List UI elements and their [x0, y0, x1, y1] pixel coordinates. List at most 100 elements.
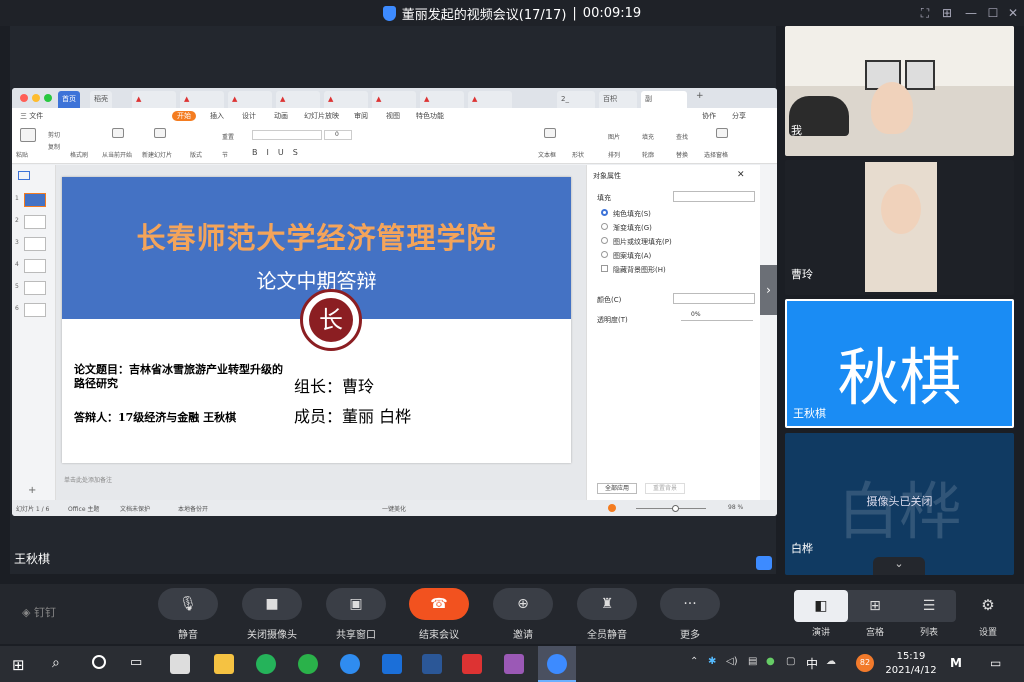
security-tray-icon[interactable]: ●	[766, 656, 775, 667]
taskbar-clock[interactable]: 15:19 2021/4/12	[878, 650, 944, 678]
zoom-slider-knob[interactable]	[671, 505, 679, 512]
slide-thumb-6[interactable]	[24, 303, 46, 317]
network-icon[interactable]: ▤	[748, 656, 757, 667]
copy-button[interactable]: 复制	[48, 142, 60, 151]
option-picture-fill[interactable]: 图片或纹理填充(P)	[613, 237, 672, 247]
beautify-button[interactable]: 一键美化	[382, 504, 406, 513]
tab-doc-baizhi[interactable]: 百枳	[599, 91, 637, 108]
play-icon[interactable]	[608, 504, 616, 512]
cut-button[interactable]: 剪切	[48, 130, 60, 139]
word-icon[interactable]	[422, 654, 442, 674]
radio-picture[interactable]	[601, 237, 608, 244]
feishu-icon[interactable]	[340, 654, 360, 674]
layout-button[interactable]: 版式	[190, 150, 202, 159]
pin-icon[interactable]: ⊞	[938, 4, 956, 22]
mac-minimize-icon[interactable]	[32, 94, 40, 102]
find-button[interactable]: 查找	[676, 132, 688, 141]
app-icon[interactable]	[170, 654, 190, 674]
maximize-icon[interactable]: ☐	[984, 4, 1002, 22]
view-grid-label[interactable]: 宫格	[848, 625, 902, 638]
section-button[interactable]: 节	[222, 150, 228, 159]
option-hide-bg[interactable]: 隐藏背景图形(H)	[613, 265, 666, 275]
outline-button[interactable]: 轮廓	[642, 150, 654, 159]
checkbox-hide-bg[interactable]	[601, 265, 608, 272]
participant-tile-baihua[interactable]: 白桦 摄像头已关闭 白桦 ⌄	[785, 433, 1014, 575]
tab-doc-5[interactable]: ▲	[324, 91, 368, 108]
view-speaker-label[interactable]: 演讲	[794, 625, 848, 638]
paste-label[interactable]: 粘贴	[16, 150, 28, 159]
action-center-icon[interactable]: ▭	[990, 656, 1001, 670]
screen-share-icon[interactable]	[756, 556, 772, 570]
notification-count-badge[interactable]: 82	[856, 654, 874, 672]
chevron-down-icon[interactable]: ⌄	[873, 557, 925, 575]
radio-gradient[interactable]	[601, 223, 608, 230]
invite-button[interactable]: ⊕ 邀请	[483, 584, 563, 641]
option-solid-fill[interactable]: 纯色填充(S)	[613, 209, 651, 219]
share-window-button[interactable]: ▣ 共享窗口	[316, 584, 396, 641]
menu-file[interactable]: 三 文件	[20, 111, 43, 121]
arrange-button[interactable]: 排列	[608, 150, 620, 159]
transparency-slider-track[interactable]	[681, 320, 753, 321]
reset-background-button[interactable]: 重置背景	[645, 483, 685, 494]
mac-close-icon[interactable]	[20, 94, 28, 102]
mute-all-button[interactable]: ♜ 全员静音	[567, 584, 647, 641]
close-icon[interactable]: ✕	[1004, 4, 1022, 22]
select-pane-button[interactable]: 选择窗格	[704, 150, 728, 159]
image-viewer-icon[interactable]	[504, 654, 524, 674]
volume-icon[interactable]: ◁)	[726, 656, 738, 667]
view-list-label[interactable]: 列表	[902, 625, 956, 638]
settings-label[interactable]: 设置	[970, 625, 1006, 638]
backup-status[interactable]: 本地备份开	[178, 504, 208, 513]
tab-active-doc[interactable]: 副	[641, 91, 687, 108]
new-slide-button[interactable]: 新建幻灯片	[142, 150, 172, 159]
color-select[interactable]	[673, 293, 755, 304]
replace-button[interactable]: 替换	[676, 150, 688, 159]
menu-design[interactable]: 设计	[242, 111, 256, 121]
fill-button[interactable]: 填充	[642, 132, 654, 141]
tray-logo-icon[interactable]: M	[950, 656, 962, 670]
tab-home[interactable]: 首页	[58, 91, 80, 108]
end-meeting-button[interactable]: ☎ 结束会议	[399, 584, 479, 641]
slide-thumb-1[interactable]	[24, 193, 46, 207]
add-slide-button[interactable]: +	[28, 485, 36, 496]
grid-view-icon[interactable]: ⊞	[848, 590, 902, 622]
format-painter-button[interactable]: 格式刷	[70, 150, 88, 159]
tab-doc-6[interactable]: ▲	[372, 91, 416, 108]
menu-start[interactable]: 开始	[172, 111, 196, 121]
participant-tile-wangqiuqi[interactable]: 秋棋 王秋棋	[785, 299, 1014, 428]
menu-insert[interactable]: 插入	[210, 111, 224, 121]
search-icon[interactable]: ⌕	[52, 655, 60, 671]
play-icon[interactable]	[112, 128, 124, 138]
tab-doc-2-underscore[interactable]: 2_	[557, 91, 595, 108]
gear-icon[interactable]: ⚙	[970, 596, 1006, 614]
tab-doc-3[interactable]: ▲	[228, 91, 272, 108]
menu-review[interactable]: 审阅	[354, 111, 368, 121]
wechat-tray-icon[interactable]: ☁	[826, 656, 836, 667]
list-view-icon[interactable]: ☰	[902, 590, 956, 622]
fill-type-select[interactable]	[673, 191, 755, 202]
dingtalk-icon[interactable]	[547, 654, 567, 674]
paste-icon[interactable]	[20, 128, 36, 142]
minimize-icon[interactable]: —	[962, 4, 980, 22]
font-size-select[interactable]: 0	[324, 130, 352, 140]
tray-app-icon[interactable]: ✱	[708, 656, 716, 667]
more-button[interactable]: ··· 更多	[650, 584, 730, 641]
tray-expand-icon[interactable]: ⌃	[690, 656, 698, 667]
file-explorer-icon[interactable]	[214, 654, 234, 674]
menu-view[interactable]: 视图	[386, 111, 400, 121]
tab-doc-8[interactable]: ▲	[468, 91, 512, 108]
mute-button[interactable]: 🎙 静音	[148, 584, 228, 641]
picture-button[interactable]: 图片	[608, 132, 620, 141]
pdf-icon[interactable]	[462, 654, 482, 674]
wechat-icon[interactable]	[298, 654, 318, 674]
tab-doc-2[interactable]: ▲	[180, 91, 224, 108]
radio-solid[interactable]	[601, 209, 608, 216]
browser-icon[interactable]	[256, 654, 276, 674]
menu-collaborate[interactable]: 协作	[702, 111, 716, 121]
ime-indicator[interactable]: 中	[806, 655, 818, 672]
menu-animation[interactable]: 动画	[274, 111, 288, 121]
doc-protect-status[interactable]: 文档未保护	[120, 504, 150, 513]
select-pane-icon[interactable]	[716, 128, 728, 138]
textbox-icon[interactable]	[544, 128, 556, 138]
fullscreen-icon[interactable]: ⛶	[916, 4, 934, 22]
